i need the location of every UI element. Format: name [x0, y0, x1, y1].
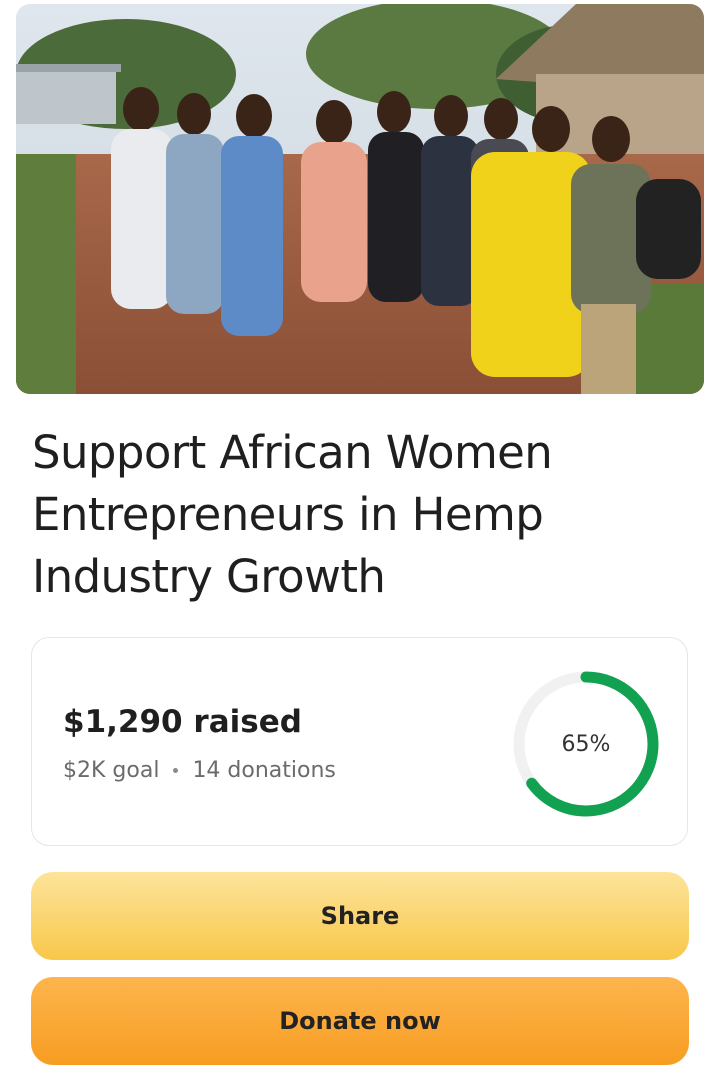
campaign-title: Support African Women Entrepreneurs in H…: [32, 426, 553, 603]
hero-photo-illustration: [16, 4, 704, 394]
progress-percent: 65%: [561, 731, 611, 757]
campaign-stats: $2K goal 14 donations: [63, 758, 336, 783]
amount-raised: $1,290 raised: [63, 704, 302, 740]
campaign-hero-image: [16, 4, 704, 394]
share-button[interactable]: Share: [31, 872, 689, 960]
goal-amount: $2K goal: [63, 758, 160, 783]
donation-count: 14 donations: [192, 758, 336, 783]
separator-dot: [173, 768, 179, 773]
donation-progress-card: $1,290 raised $2K goal 14 donations 65%: [31, 637, 688, 846]
donate-now-button[interactable]: Donate now: [31, 977, 689, 1065]
